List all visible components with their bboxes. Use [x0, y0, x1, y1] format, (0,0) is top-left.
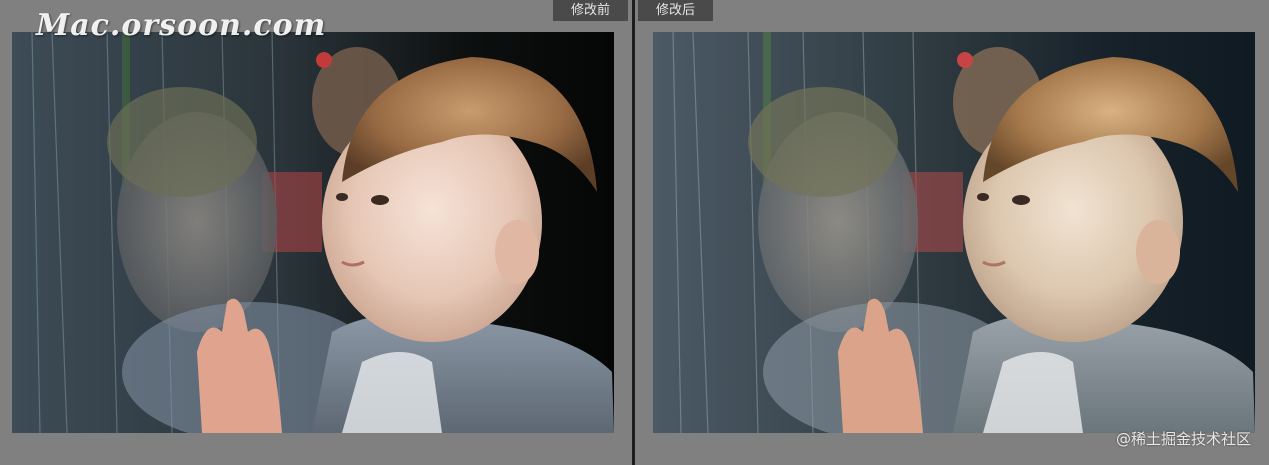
credit-watermark: @稀土掘金技术社区	[1115, 430, 1251, 448]
photo-after-icon	[653, 32, 1255, 433]
after-label: 修改后	[638, 0, 713, 21]
after-photo	[653, 32, 1255, 433]
site-watermark: Mac.orsoon.com	[36, 8, 327, 43]
before-label: 修改前	[553, 0, 628, 21]
before-photo	[12, 32, 614, 433]
comparison-view: 修改前 修改后 Mac.orsoon.com @稀土掘金技术社区	[0, 0, 1269, 465]
split-divider[interactable]	[632, 0, 635, 465]
photo-before-icon	[12, 32, 614, 433]
